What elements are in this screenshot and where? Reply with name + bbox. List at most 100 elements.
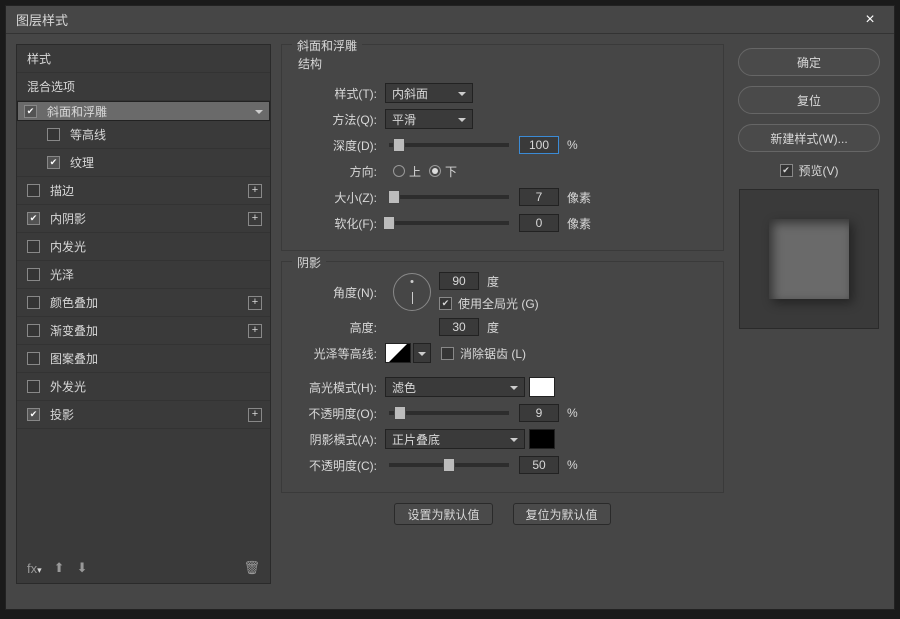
- shadow-select[interactable]: 正片叠底: [385, 429, 525, 449]
- checkbox[interactable]: [27, 380, 40, 393]
- set-default-button[interactable]: 设置为默认值: [394, 503, 492, 525]
- checkbox[interactable]: [27, 296, 40, 309]
- group-title: 斜面和浮雕: [292, 37, 362, 54]
- sidebar-item-bevel[interactable]: 斜面和浮雕: [17, 101, 270, 121]
- preview-swatch: [769, 219, 849, 299]
- method-label: 方法(Q):: [292, 111, 377, 128]
- unit: %: [567, 458, 578, 472]
- cancel-button[interactable]: 复位: [738, 86, 880, 114]
- preview-box: [739, 189, 879, 329]
- label: 渐变叠加: [50, 322, 248, 339]
- sidebar-item-drop-shadow[interactable]: 投影+: [17, 401, 270, 429]
- checkbox[interactable]: [47, 128, 60, 141]
- ok-button[interactable]: 确定: [738, 48, 880, 76]
- checkbox[interactable]: [27, 184, 40, 197]
- unit: 像素: [567, 215, 591, 232]
- sidebar-item-outer-glow[interactable]: 外发光: [17, 373, 270, 401]
- alt-label: 高度:: [292, 319, 377, 336]
- checkbox[interactable]: [27, 240, 40, 253]
- angle-input[interactable]: 90: [439, 272, 479, 290]
- label: 投影: [50, 406, 248, 423]
- checkbox[interactable]: [27, 408, 40, 421]
- global-light-checkbox[interactable]: [439, 297, 452, 310]
- plus-icon[interactable]: +: [248, 408, 262, 422]
- trash-icon[interactable]: 🗑: [243, 560, 260, 576]
- sidebar-item-inner-glow[interactable]: 内发光: [17, 233, 270, 261]
- down-icon[interactable]: ⬇: [77, 560, 88, 576]
- value: 内斜面: [392, 85, 428, 102]
- label: 内阴影: [50, 210, 248, 227]
- sidebar-item-stroke[interactable]: 描边+: [17, 177, 270, 205]
- label: 斜面和浮雕: [47, 103, 251, 120]
- dir-down-radio[interactable]: [429, 165, 441, 177]
- shadow-opacity-slider[interactable]: [389, 463, 509, 467]
- shadow-color[interactable]: [529, 429, 555, 449]
- plus-icon[interactable]: +: [248, 296, 262, 310]
- label: 混合选项: [27, 78, 262, 95]
- size-slider[interactable]: [389, 195, 509, 199]
- highlight-opacity-slider[interactable]: [389, 411, 509, 415]
- highlight-color[interactable]: [529, 377, 555, 397]
- gloss-contour[interactable]: [385, 343, 411, 363]
- global-light-label: 使用全局光 (G): [458, 295, 539, 312]
- unit: 度: [487, 273, 499, 290]
- new-style-button[interactable]: 新建样式(W)...: [738, 124, 880, 152]
- sidebar-item-texture[interactable]: 纹理: [17, 149, 270, 177]
- soft-slider[interactable]: [389, 221, 509, 225]
- dir-up-radio[interactable]: [393, 165, 405, 177]
- plus-icon[interactable]: +: [248, 324, 262, 338]
- shadow-opacity-label: 不透明度(C):: [292, 457, 377, 474]
- preview-checkbox[interactable]: [780, 164, 793, 177]
- depth-slider[interactable]: [389, 143, 509, 147]
- shadow-opacity-input[interactable]: 50: [519, 456, 559, 474]
- unit: 像素: [567, 189, 591, 206]
- dir-label: 方向:: [292, 163, 377, 180]
- sidebar-item-styles[interactable]: 样式: [17, 45, 270, 73]
- up-icon[interactable]: ⬆: [54, 560, 65, 576]
- label: 光泽: [50, 266, 262, 283]
- label: 内发光: [50, 238, 262, 255]
- checkbox[interactable]: [27, 212, 40, 225]
- sidebar-item-satin[interactable]: 光泽: [17, 261, 270, 289]
- highlight-select[interactable]: 滤色: [385, 377, 525, 397]
- style-select[interactable]: 内斜面: [385, 83, 473, 103]
- depth-input[interactable]: 100: [519, 136, 559, 154]
- highlight-opacity-input[interactable]: 9: [519, 404, 559, 422]
- checkbox[interactable]: [27, 324, 40, 337]
- sidebar-item-grad-overlay[interactable]: 渐变叠加+: [17, 317, 270, 345]
- checkbox[interactable]: [47, 156, 60, 169]
- label: 等高线: [70, 126, 262, 143]
- angle-dial[interactable]: [393, 273, 431, 311]
- unit: %: [567, 406, 578, 420]
- reset-default-button[interactable]: 复位为默认值: [513, 503, 611, 525]
- close-icon[interactable]: ×: [856, 6, 884, 34]
- value: 滤色: [392, 379, 416, 396]
- fx-icon[interactable]: fx▾: [27, 561, 42, 576]
- label: 外发光: [50, 378, 262, 395]
- sidebar-item-blend[interactable]: 混合选项: [17, 73, 270, 101]
- soft-input[interactable]: 0: [519, 214, 559, 232]
- size-input[interactable]: 7: [519, 188, 559, 206]
- antialias-label: 消除锯齿 (L): [460, 345, 526, 362]
- checkbox[interactable]: [24, 105, 37, 118]
- depth-label: 深度(D):: [292, 137, 377, 154]
- down-label: 下: [445, 163, 457, 180]
- sidebar-item-color-overlay[interactable]: 颜色叠加+: [17, 289, 270, 317]
- dialog-title: 图层样式: [16, 10, 856, 29]
- plus-icon[interactable]: +: [248, 184, 262, 198]
- checkbox[interactable]: [27, 268, 40, 281]
- method-select[interactable]: 平滑: [385, 109, 473, 129]
- antialias-checkbox[interactable]: [441, 347, 454, 360]
- sidebar-item-patt-overlay[interactable]: 图案叠加: [17, 345, 270, 373]
- shadow-label: 阴影模式(A):: [292, 431, 377, 448]
- sidebar-item-contour[interactable]: 等高线: [17, 121, 270, 149]
- label: 样式: [27, 50, 262, 67]
- size-label: 大小(Z):: [292, 189, 377, 206]
- checkbox[interactable]: [27, 352, 40, 365]
- alt-input[interactable]: 30: [439, 318, 479, 336]
- sidebar-item-inner-shadow[interactable]: 内阴影+: [17, 205, 270, 233]
- highlight-opacity-label: 不透明度(O):: [292, 405, 377, 422]
- label: 颜色叠加: [50, 294, 248, 311]
- plus-icon[interactable]: +: [248, 212, 262, 226]
- gloss-dropdown[interactable]: [413, 343, 431, 363]
